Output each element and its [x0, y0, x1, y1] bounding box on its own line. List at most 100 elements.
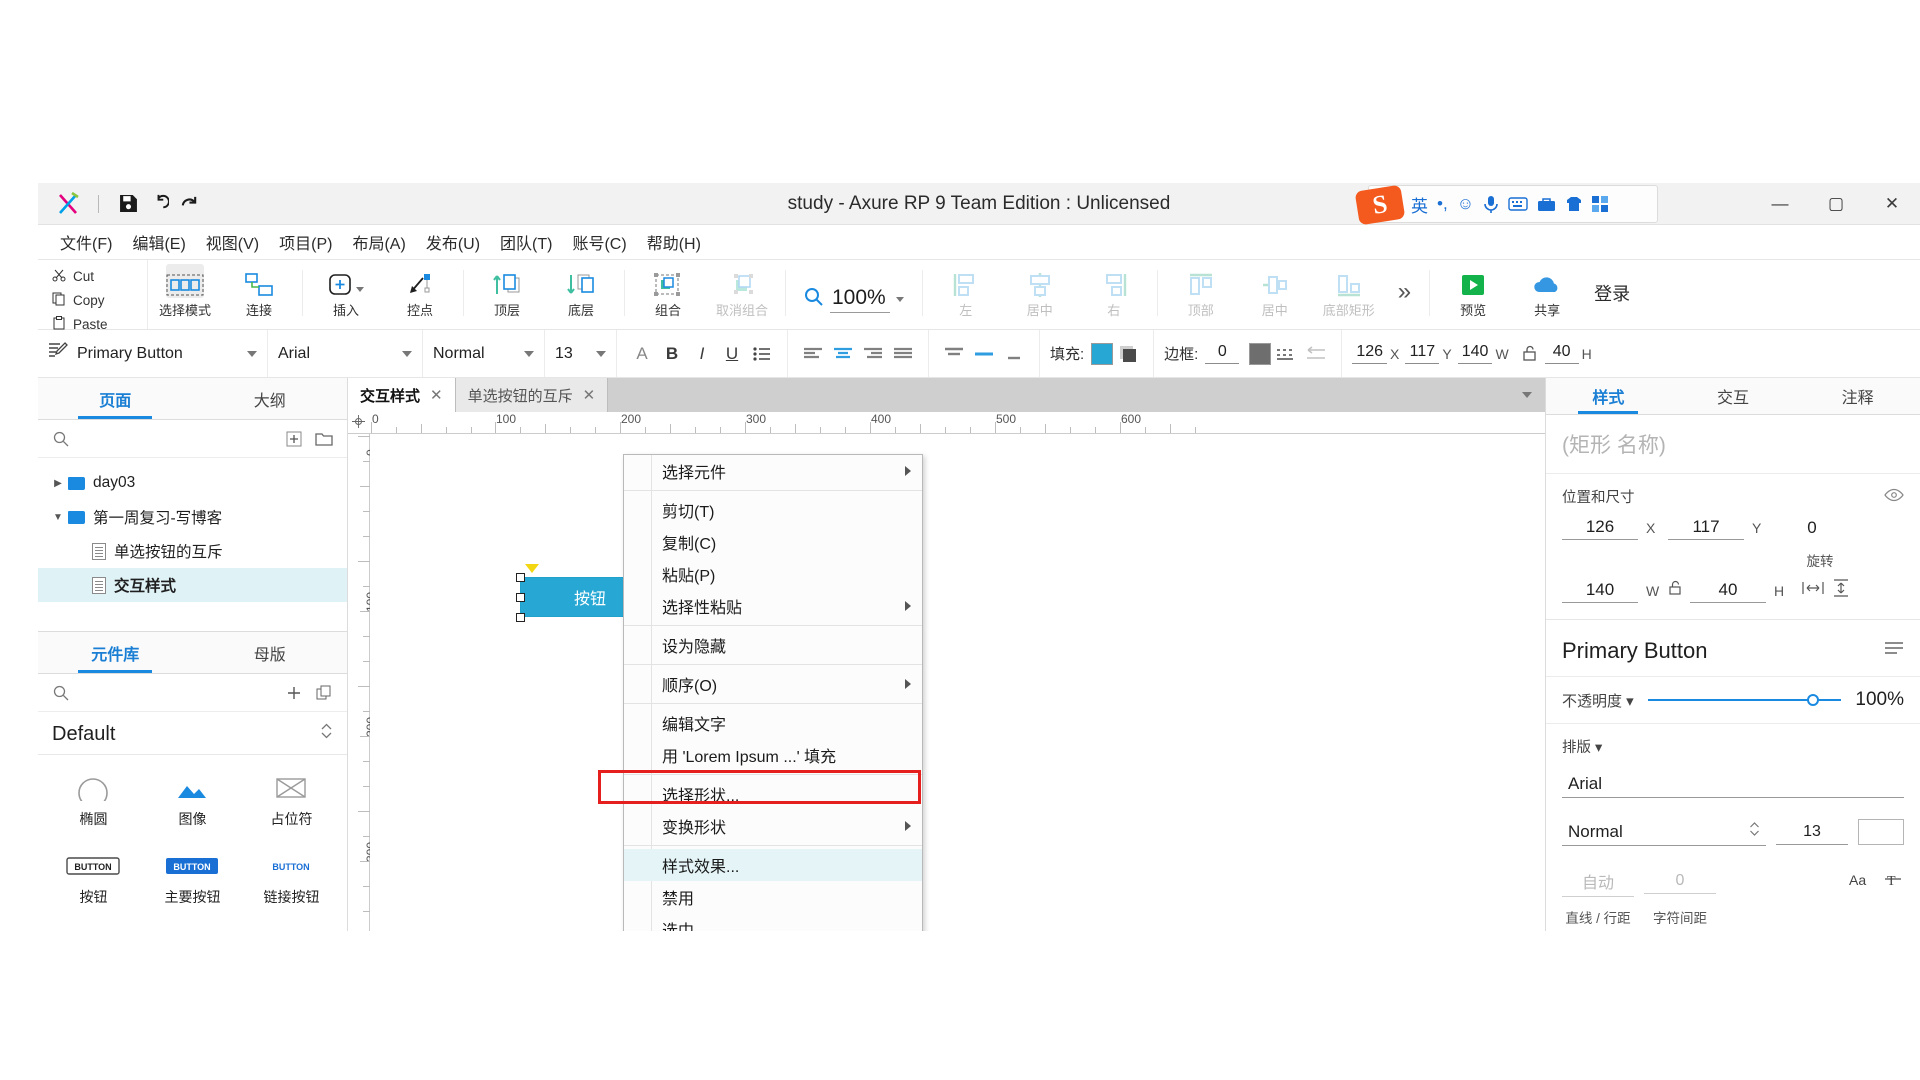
ctx-edit-text[interactable]: 编辑文字 [624, 707, 922, 739]
ctx-transform-shape[interactable]: 变换形状 [624, 810, 922, 842]
resize-handle-sw[interactable] [516, 613, 525, 622]
align-middle-button[interactable]: 居中 [1238, 260, 1312, 319]
align-text-center-icon[interactable] [828, 339, 858, 369]
add-page-icon[interactable] [283, 428, 305, 450]
ime-skin-icon[interactable] [1565, 196, 1583, 212]
ime-lang-icon[interactable]: 英 [1411, 192, 1428, 217]
ctx-disable[interactable]: 禁用 [624, 881, 922, 913]
font-weight-chevron-down-icon[interactable] [524, 350, 534, 357]
widget-ellipse[interactable]: 椭圆 [44, 765, 143, 843]
chevron-updown-icon[interactable] [320, 722, 333, 746]
menu-file[interactable]: 文件(F) [50, 226, 122, 258]
design-canvas[interactable]: 按钮 选择元件 剪切(T) 复制(C) 粘贴(P) 选择性粘贴 设为隐藏 顺序(… [370, 434, 1545, 931]
underline-button[interactable]: U [717, 339, 747, 369]
canvas-tab-interaction-style[interactable]: 交互样式 ✕ [348, 378, 456, 412]
ctx-cut[interactable]: 剪切(T) [624, 494, 922, 526]
widget-placeholder[interactable]: 占位符 [242, 765, 341, 843]
connect-button[interactable]: 连接 [222, 260, 296, 319]
fill-color-swatch[interactable] [1091, 342, 1114, 365]
widget-name-input[interactable]: (矩形 名称) [1546, 415, 1920, 475]
align-text-right-icon[interactable] [858, 339, 888, 369]
ungroup-button[interactable]: 取消组合 [705, 260, 779, 319]
handle-point-button[interactable]: 控点 [383, 260, 457, 319]
ime-punct-icon[interactable]: •, [1437, 194, 1448, 214]
copy-button[interactable]: Copy [48, 290, 147, 311]
redo-icon[interactable] [173, 189, 203, 219]
align-bottom-button[interactable]: 底部矩形 [1312, 260, 1386, 319]
align-top-button[interactable]: 顶部 [1164, 260, 1238, 319]
text-decoration-icon[interactable]: T [1884, 869, 1904, 894]
style-preset-dropdown[interactable]: Primary Button [48, 341, 257, 366]
inspector-h-input[interactable]: 40 [1690, 578, 1766, 604]
list-icon[interactable] [747, 339, 777, 369]
opacity-slider-knob[interactable] [1807, 694, 1820, 706]
inspector-y-input[interactable]: 117 [1668, 515, 1744, 541]
text-case-icon[interactable]: Aa [1848, 869, 1874, 894]
search-icon[interactable] [50, 428, 72, 450]
ctx-select-widget[interactable]: 选择元件 [624, 455, 922, 487]
tab-widget-library[interactable]: 元件库 [38, 632, 193, 673]
login-button[interactable]: 登录 [1584, 260, 1636, 329]
style-preset-chevron-down-icon[interactable] [247, 350, 257, 357]
h-input[interactable]: 40 [1544, 343, 1579, 364]
menu-project[interactable]: 项目(P) [269, 226, 342, 258]
send-back-button[interactable]: 底层 [544, 260, 618, 319]
rotation-handle-icon[interactable] [525, 564, 539, 573]
dashed-line-icon[interactable] [1271, 339, 1301, 369]
ctx-copy[interactable]: 复制(C) [624, 526, 922, 558]
valign-top-icon[interactable] [939, 339, 969, 369]
inspector-w-input[interactable]: 140 [1562, 578, 1638, 604]
resize-handle-nw[interactable] [516, 573, 525, 582]
ime-apps-icon[interactable] [1592, 196, 1609, 212]
group-button[interactable]: 组合 [631, 260, 705, 319]
ctx-lorem-ipsum[interactable]: 用 'Lorem Ipsum ...' 填充 [624, 739, 922, 771]
align-right-button[interactable]: 右 [1077, 260, 1151, 319]
canvas-tab-radio-exclusive[interactable]: 单选按钮的互斥 ✕ [455, 378, 609, 412]
eye-icon[interactable] [1884, 488, 1904, 506]
tab-pages[interactable]: 页面 [38, 378, 193, 419]
close-icon[interactable]: ✕ [430, 386, 443, 404]
align-center-button[interactable]: 居中 [1003, 260, 1077, 319]
inspector-font-family[interactable]: Arial [1562, 771, 1904, 798]
align-left-button[interactable]: 左 [929, 260, 1003, 319]
unlock-icon[interactable] [1668, 580, 1682, 601]
border-width-input[interactable]: 0 [1205, 343, 1240, 364]
minimize-button[interactable]: — [1752, 183, 1808, 225]
undo-icon[interactable] [143, 189, 173, 219]
select-mode-button[interactable]: 选择模式 [148, 260, 222, 319]
bring-front-button[interactable]: 顶层 [470, 260, 544, 319]
menu-layout[interactable]: 布局(A) [342, 226, 415, 258]
canvas-tab-overflow-button[interactable] [1509, 378, 1545, 412]
inspector-line-height[interactable]: 自动 [1562, 866, 1634, 897]
font-family-chevron-down-icon[interactable] [402, 350, 412, 357]
zoom-control[interactable]: 100% [792, 260, 916, 329]
y-input[interactable]: 117 [1405, 343, 1440, 364]
menu-edit[interactable]: 编辑(E) [122, 226, 195, 258]
add-folder-icon[interactable] [313, 428, 335, 450]
ruler-origin-icon[interactable] [352, 415, 365, 431]
font-size-chevron-down-icon[interactable] [596, 350, 606, 357]
search-icon[interactable] [50, 682, 72, 704]
cut-button[interactable]: Cut [48, 266, 147, 287]
tree-item-interaction-style[interactable]: 交互样式 [38, 568, 347, 602]
tab-notes[interactable]: 注释 [1795, 378, 1920, 414]
chevron-down-icon[interactable]: ▼ [48, 512, 68, 523]
valign-bottom-icon[interactable] [999, 339, 1029, 369]
style-name-row[interactable]: Primary Button [1546, 626, 1920, 677]
zoom-value[interactable]: 100% [830, 286, 890, 313]
share-button[interactable]: 共享 [1510, 260, 1584, 319]
insert-button[interactable]: 插入 [309, 260, 383, 319]
ctx-paste-special[interactable]: 选择性粘贴 [624, 590, 922, 622]
duplicate-icon[interactable] [313, 682, 335, 704]
menu-publish[interactable]: 发布(U) [416, 226, 490, 258]
menu-view[interactable]: 视图(V) [196, 226, 269, 258]
save-icon[interactable] [113, 189, 143, 219]
close-icon[interactable]: ✕ [583, 386, 596, 404]
opacity-slider[interactable] [1647, 692, 1842, 708]
menu-account[interactable]: 账号(C) [562, 226, 636, 258]
style-list-icon[interactable] [1884, 638, 1904, 664]
border-color-swatch[interactable] [1249, 342, 1272, 365]
menu-help[interactable]: 帮助(H) [637, 226, 711, 258]
menu-team[interactable]: 团队(T) [490, 226, 562, 258]
bold-button[interactable]: B [657, 339, 687, 369]
